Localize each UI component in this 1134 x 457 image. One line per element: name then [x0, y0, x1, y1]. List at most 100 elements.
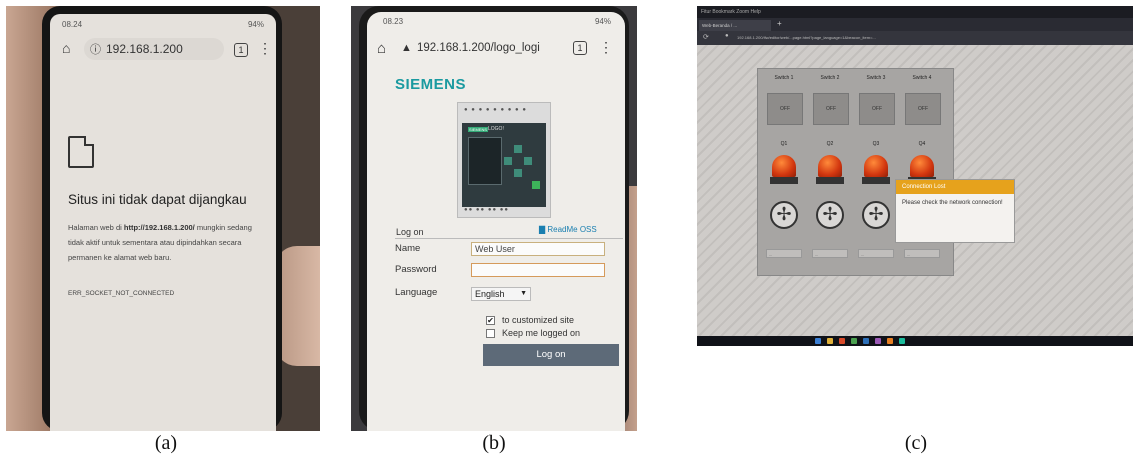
customized-site-checkbox[interactable]: ✔ — [486, 316, 495, 325]
sad-page-icon — [68, 136, 94, 168]
taskbar-app-icon[interactable] — [839, 338, 845, 344]
log-on-button[interactable]: Log on — [483, 344, 619, 366]
address-url: 192.168.1.200 — [106, 42, 183, 56]
switch-button[interactable]: OFF — [767, 93, 803, 125]
tab-switcher-button[interactable]: 1 — [573, 41, 587, 55]
error-title: Situs ini tidak dapat dijangkau — [68, 192, 247, 207]
caption-b: (b) — [482, 432, 506, 454]
keep-logged-label: Keep me logged on — [502, 328, 581, 338]
photo-monitor-hmi: Fitur Bookmark Zoom Help Web-Beranda / .… — [697, 6, 1133, 346]
phone-screen: 08.23 94% ⌂ ▲ 192.168.1.200/logo_logi 1 … — [367, 12, 625, 431]
fan-icon: ✢ — [770, 201, 798, 229]
plc-terminals-top: ● ● ● ● ● ● ● ● ● — [464, 107, 527, 113]
taskbar-app-icon[interactable] — [875, 338, 881, 344]
status-time: 08.23 — [383, 17, 404, 26]
plc-key-ok — [532, 181, 540, 189]
fan-icon: ✢ — [816, 201, 844, 229]
taskbar-app-icon[interactable] — [863, 338, 869, 344]
dialog-message: Please check the network connection! — [902, 200, 1003, 206]
plc-key — [514, 145, 522, 153]
language-label: Language — [395, 287, 438, 298]
name-label: Name — [395, 243, 421, 254]
warning-lamp-icon — [770, 155, 798, 185]
taskbar-app-icon[interactable] — [887, 338, 893, 344]
password-field[interactable] — [471, 263, 605, 277]
plc-key — [504, 157, 512, 165]
switch-button[interactable]: OFF — [905, 93, 941, 125]
warning-icon[interactable]: ▲ — [401, 42, 412, 54]
readme-link[interactable]: ▇ ReadMe OSS — [539, 225, 597, 234]
connection-lost-dialog: Connection Lost Please check the network… — [895, 179, 1015, 243]
output-label: Q1 — [780, 141, 788, 147]
lamp-base — [770, 177, 798, 184]
password-label: Password — [395, 264, 437, 275]
output-label: Q4 — [918, 141, 926, 147]
language-select[interactable]: English ▼ — [471, 287, 531, 301]
browser-tabbar: Web-Beranda / ... + — [697, 18, 1133, 31]
hmi-dropdown[interactable]: ... — [766, 249, 802, 258]
plc-body: SIEMENS LOGO! — [462, 123, 546, 207]
switch-button[interactable]: OFF — [813, 93, 849, 125]
info-icon[interactable]: ⓘ — [90, 41, 101, 57]
customized-site-label: to customized site — [502, 315, 575, 325]
photo-phone-error: 08.24 94% ⌂ ⓘ 192.168.1.200 1 ⋮ Situs in… — [6, 6, 320, 431]
error-text-prefix: Halaman web di — [68, 223, 124, 232]
refresh-icon[interactable]: ⟳ — [703, 33, 709, 41]
battery-level: 94% — [247, 20, 264, 29]
hmi-dropdown[interactable]: ... — [812, 249, 848, 258]
divider — [395, 238, 623, 239]
hmi-dropdown[interactable]: ... — [858, 249, 894, 258]
switch-button[interactable]: OFF — [859, 93, 895, 125]
menu-icon[interactable]: ⋮ — [599, 39, 613, 56]
fan-icon: ✢ — [862, 201, 890, 229]
error-description: Halaman web di http://192.168.1.200/ mun… — [68, 220, 268, 265]
tab-switcher-button[interactable]: 1 — [234, 43, 248, 57]
error-url: http://192.168.1.200/ — [123, 223, 195, 232]
keep-logged-checkbox[interactable] — [486, 329, 495, 338]
home-icon[interactable]: ⌂ — [62, 40, 70, 56]
warning-lamp-icon — [862, 155, 890, 185]
menu-icon[interactable]: ⋮ — [258, 40, 272, 57]
photo-phone-login: 08.23 94% ⌂ ▲ 192.168.1.200/logo_logi 1 … — [351, 6, 637, 431]
dialog-title: Connection Lost — [896, 180, 1014, 194]
taskbar-app-icon[interactable] — [815, 338, 821, 344]
hmi-panel: Switch 1 OFF Q1 ✢... Switch 2 OFF Q2 ✢... Switch… — [757, 68, 954, 276]
lamp-dome — [910, 155, 934, 177]
address-bar[interactable]: ⓘ 192.168.1.200 — [84, 38, 224, 60]
output-label: Q2 — [826, 141, 834, 147]
battery-level: 94% — [594, 17, 611, 26]
lamp-dome — [772, 155, 796, 177]
plc-key — [524, 157, 532, 165]
chevron-down-icon: ▼ — [520, 290, 527, 297]
lamp-dome — [864, 155, 888, 177]
address-url[interactable]: 192.168.1.200/logo_logi — [417, 42, 540, 54]
home-icon[interactable]: ⌂ — [377, 40, 386, 57]
plc-model: LOGO! — [488, 126, 504, 132]
new-tab-button[interactable]: + — [777, 19, 782, 28]
switch-label: Switch 1 — [774, 75, 794, 81]
lamp-base — [862, 177, 890, 184]
switch-label: Switch 3 — [866, 75, 886, 81]
output-label: Q3 — [872, 141, 880, 147]
address-url: 192.168.1.200/lfw/editor/web/...page.htm… — [737, 35, 876, 40]
hmi-dropdown[interactable]: ... — [904, 249, 940, 258]
browser-tab[interactable]: Web-Beranda / ... — [699, 20, 771, 31]
switch-label: Switch 4 — [912, 75, 932, 81]
taskbar-app-icon[interactable] — [899, 338, 905, 344]
status-time: 08.24 — [62, 20, 83, 29]
log-on-heading: Log on — [396, 227, 424, 237]
taskbar-app-icon[interactable] — [851, 338, 857, 344]
lamp-base — [816, 177, 844, 184]
name-field[interactable]: Web User — [471, 242, 605, 256]
plc-display — [468, 137, 502, 185]
browser-menubar[interactable]: Fitur Bookmark Zoom Help — [697, 6, 1133, 18]
taskbar-app-icon[interactable] — [827, 338, 833, 344]
caption-a: (a) — [154, 432, 178, 454]
switch-label: Switch 2 — [820, 75, 840, 81]
browser-address-bar[interactable]: ⟳ ● 192.168.1.200/lfw/editor/web/...page… — [697, 31, 1133, 45]
lamp-dome — [818, 155, 842, 177]
siemens-logo: SIEMENS — [395, 76, 467, 93]
warning-lamp-icon — [816, 155, 844, 185]
plc-brand: SIEMENS — [468, 127, 489, 132]
readme-label: ReadMe OSS — [547, 225, 597, 234]
